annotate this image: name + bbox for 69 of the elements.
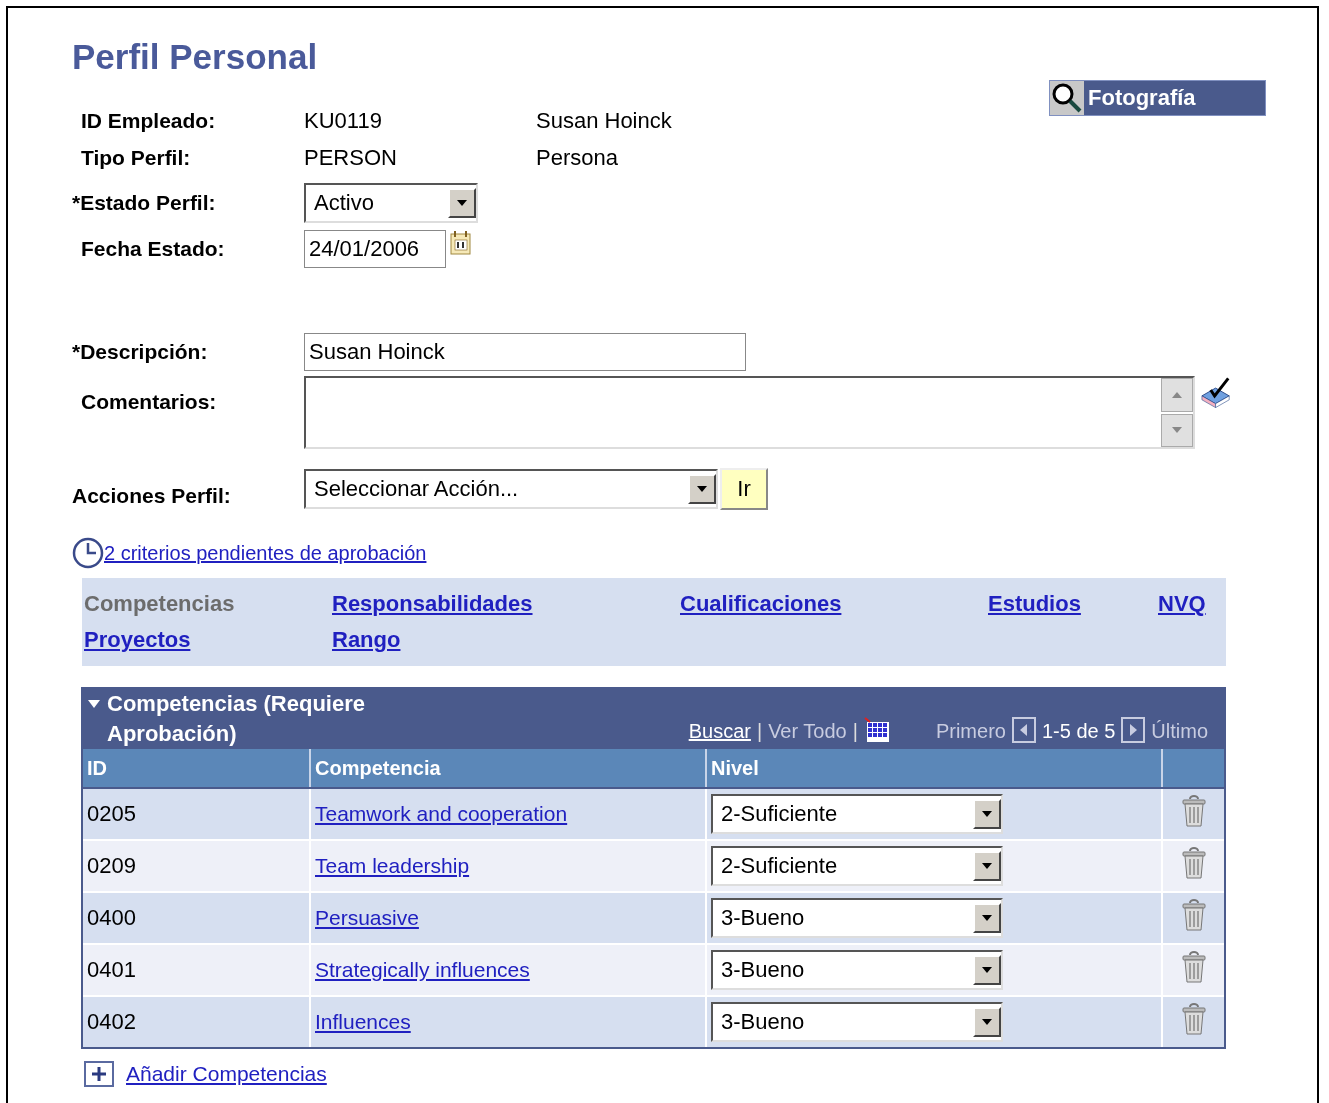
table-cell: 0205 [83,788,310,840]
column-header: ID [83,749,310,788]
pending-approval-link[interactable]: 2 criterios pendientes de aprobación [104,541,427,565]
status-dropdown[interactable]: Activo [304,183,478,223]
tab[interactable]: Responsabilidades [332,586,533,622]
last-link[interactable]: Último [1151,720,1208,743]
field-value: PERSON [304,144,398,171]
field-label: Comentarios: [80,389,218,414]
go-button[interactable]: Ir [720,468,768,510]
trash-icon[interactable] [1181,951,1206,983]
table-cell: 0401 [83,944,310,996]
scroll-down-icon[interactable] [1170,426,1183,435]
tab[interactable]: Competencias [84,586,235,622]
calendar-icon[interactable] [450,230,472,256]
table-cell: 0400 [83,892,310,944]
scroll-up-icon[interactable] [1170,390,1183,399]
page-title: Perfil Personal [72,36,318,78]
next-icon[interactable] [1121,717,1146,743]
trash-icon[interactable] [1181,899,1206,931]
field-label: *Descripción: [72,340,209,364]
field-label: *Estado Perfil: [72,191,217,215]
level-dropdown[interactable]: 3-Bueno [711,898,1003,938]
field-description: Susan Hoinck [536,107,672,134]
tab[interactable]: Rango [332,622,401,658]
field-value: KU0119 [304,107,383,134]
trash-icon[interactable] [1181,847,1206,879]
level-dropdown[interactable]: 3-Bueno [711,950,1003,990]
separator: | [852,720,858,743]
competency-link[interactable]: Persuasive [315,906,419,929]
add-icon[interactable] [84,1061,114,1087]
page-range: 1-5 de 5 [1041,720,1116,743]
scrollbar[interactable] [1160,378,1193,447]
competency-link[interactable]: Influences [315,1010,411,1033]
previous-icon[interactable] [1011,717,1036,743]
date-field[interactable]: 24/01/2006 [304,230,446,268]
column-header: Competencia [310,749,706,788]
field-label: Acciones Perfil: [72,483,232,508]
level-dropdown[interactable]: 3-Bueno [711,1002,1003,1042]
first-link[interactable]: Primero [935,720,1006,743]
add-competencies-link[interactable]: Añadir Competencias [126,1062,327,1086]
search-icon [1050,81,1084,115]
table-cell: 0209 [83,840,310,892]
comments-field[interactable] [304,376,1195,449]
grid-icon[interactable] [863,717,890,743]
collapse-triangle-icon[interactable] [87,699,101,709]
field-label: Tipo Perfil: [80,145,192,170]
field-label: Fecha Estado: [80,237,226,261]
clock-icon [72,537,104,569]
tab[interactable]: Cualificaciones [680,586,842,622]
level-dropdown[interactable]: 2-Suficiente [711,794,1003,834]
tab[interactable]: Estudios [988,586,1081,622]
tab[interactable]: NVQ [1158,586,1206,622]
field-description: Persona [536,144,618,171]
spell-check-icon[interactable] [1198,376,1232,408]
tab[interactable]: Proyectos [84,622,191,658]
grid-title: Competencias (Requiere Aprobación) [107,690,366,748]
table-cell: 0402 [83,996,310,1047]
column-header: Nivel [706,749,1162,788]
competency-link[interactable]: Team leadership [315,854,470,877]
field-label: ID Empleado: [80,108,217,133]
level-dropdown[interactable]: 2-Suficiente [711,846,1003,886]
actions-dropdown[interactable]: Seleccionar Acción... [304,469,718,509]
trash-icon[interactable] [1181,1003,1206,1035]
search-link[interactable]: Buscar [688,720,751,743]
description-field[interactable]: Susan Hoinck [304,333,746,371]
view-all-link[interactable]: Ver Todo [768,720,847,743]
photo-button[interactable]: Fotografía [1049,80,1266,116]
trash-icon[interactable] [1181,795,1206,827]
separator: | [756,720,763,743]
